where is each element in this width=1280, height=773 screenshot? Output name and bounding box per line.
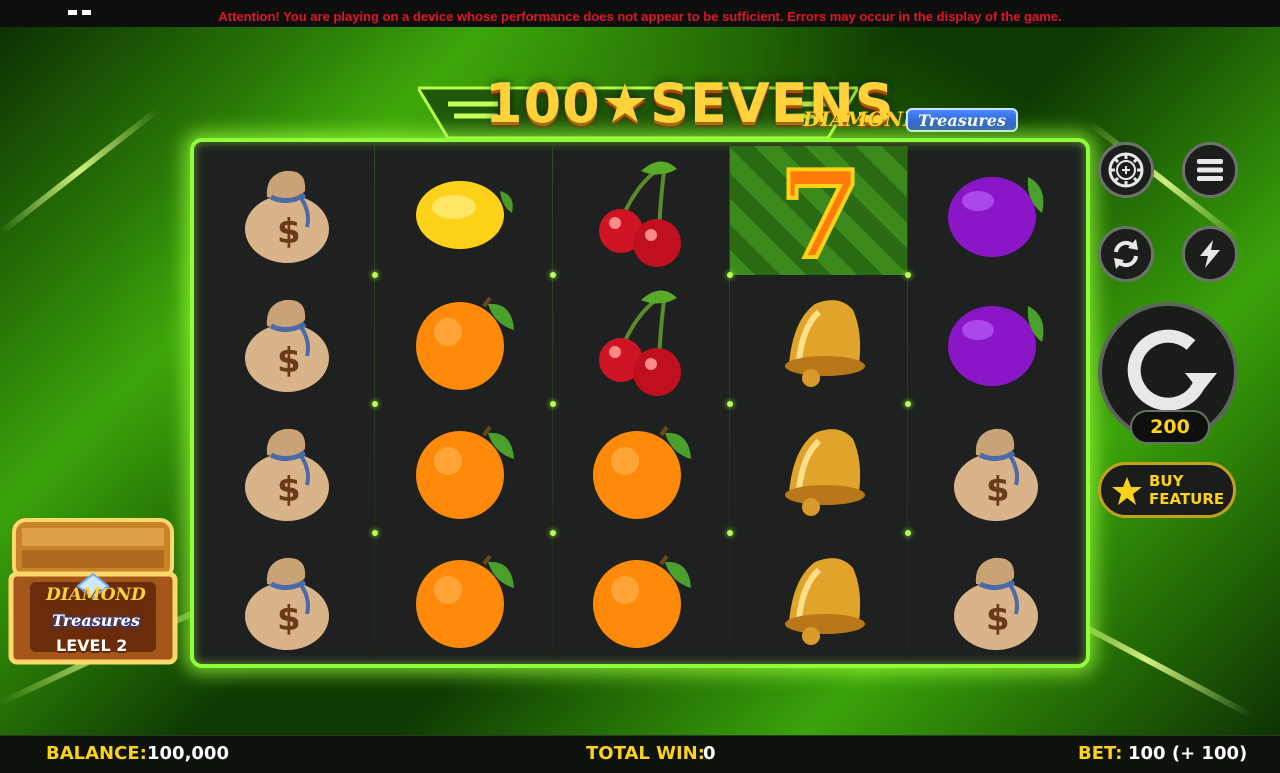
bell-icon	[784, 428, 865, 516]
svg-text:$: $	[277, 599, 301, 639]
reel-5: $ $	[908, 146, 1085, 660]
bell-icon	[784, 299, 865, 387]
reel-divider-dot	[549, 272, 556, 278]
buy-feature-label: BUY	[1149, 472, 1184, 490]
plum-icon	[948, 176, 1044, 257]
reel-symbol-bell	[730, 404, 907, 533]
orange-icon	[415, 425, 514, 519]
reel-2	[375, 146, 552, 660]
money-bag-icon: $	[244, 557, 329, 650]
reel-symbol-bell	[730, 275, 907, 404]
money-bag-icon: $	[244, 299, 329, 392]
total-win-value: 0	[703, 743, 716, 764]
logo-diamond: DIAMOND	[803, 107, 921, 131]
cherry-icon	[599, 289, 682, 396]
chip-icon	[1108, 152, 1144, 188]
autoplay-count: 200	[1130, 410, 1210, 444]
reel-4: 7	[730, 146, 908, 662]
reel-divider-dot	[904, 530, 911, 536]
reel-divider-dot	[904, 401, 911, 407]
buy-feature-button[interactable]: BUY FEATURE	[1098, 462, 1236, 518]
reel-symbol-money-bag: $	[198, 275, 375, 404]
star-icon	[1112, 477, 1142, 505]
svg-text:$: $	[277, 341, 301, 381]
chest-level: LEVEL 2	[56, 636, 128, 655]
bet-value[interactable]: 100 (+ 100)	[1128, 743, 1247, 764]
money-bag-icon: $	[244, 428, 329, 521]
bet-label: BET:	[1078, 743, 1123, 764]
reel-symbol-money-bag: $	[908, 533, 1085, 662]
reel-grid: $ $ $ $7 $ $	[198, 146, 1082, 660]
reel-symbol-money-bag: $	[198, 533, 375, 662]
orange-icon	[593, 554, 692, 648]
reel-symbol-seven: 7	[730, 146, 908, 275]
reel-symbol-plum	[908, 275, 1085, 404]
reel-3	[553, 146, 730, 660]
reel-symbol-orange	[375, 275, 552, 404]
seven-icon: 7	[777, 151, 865, 271]
lemon-icon	[415, 180, 513, 249]
chip-bet-button[interactable]	[1098, 142, 1154, 198]
reel-symbol-orange	[553, 533, 730, 662]
orange-icon	[415, 554, 514, 648]
orange-icon	[415, 296, 514, 390]
reel-symbol-money-bag: $	[198, 404, 375, 533]
reel-symbol-orange	[553, 404, 730, 533]
menu-button[interactable]	[1182, 142, 1238, 198]
orange-icon	[593, 425, 692, 519]
chest-subtitle: Treasures	[52, 611, 140, 630]
performance-warning: Attention! You are playing on a device w…	[218, 9, 1062, 24]
reel-1: $ $ $ $	[198, 146, 375, 660]
chest-title: DIAMOND	[46, 585, 146, 605]
money-bag-icon: $	[954, 428, 1039, 521]
svg-text:$: $	[277, 212, 301, 252]
autoplay-button[interactable]	[1098, 226, 1154, 282]
logo-treasures: Treasures	[906, 108, 1018, 132]
reel-symbol-money-bag: $	[908, 404, 1085, 533]
buy-feature-label: FEATURE	[1149, 490, 1225, 508]
reel-divider-dot	[904, 272, 911, 278]
reel-divider-dot	[549, 401, 556, 407]
svg-text:$: $	[986, 599, 1010, 639]
hamburger-icon	[1197, 159, 1223, 181]
svg-text:$: $	[986, 470, 1010, 510]
bell-icon	[784, 557, 865, 645]
reel-symbol-orange	[375, 404, 552, 533]
total-win-label: TOTAL WIN:	[586, 743, 705, 764]
plum-icon	[948, 305, 1044, 386]
cherry-icon	[599, 160, 682, 267]
reel-symbol-bell	[730, 533, 907, 662]
svg-text:$: $	[277, 470, 301, 510]
reel-symbol-money-bag: $	[198, 146, 375, 275]
reel-symbol-lemon	[375, 146, 552, 275]
money-bag-icon: $	[954, 557, 1039, 650]
reel-symbol-plum	[908, 146, 1085, 275]
turbo-button[interactable]	[1182, 226, 1238, 282]
money-bag-icon: $	[244, 170, 329, 263]
svg-text:7: 7	[779, 151, 863, 271]
lightning-icon	[1200, 240, 1220, 268]
reel-symbol-cherry	[553, 146, 730, 275]
reel-symbol-orange	[375, 533, 552, 662]
balance-label: BALANCE:	[46, 743, 147, 764]
autoplay-icon	[1114, 239, 1138, 269]
reel-divider-dot	[549, 530, 556, 536]
pause-icon[interactable]	[68, 0, 98, 15]
balance-value: 100,000	[147, 743, 229, 764]
reel-symbol-cherry	[553, 275, 730, 404]
